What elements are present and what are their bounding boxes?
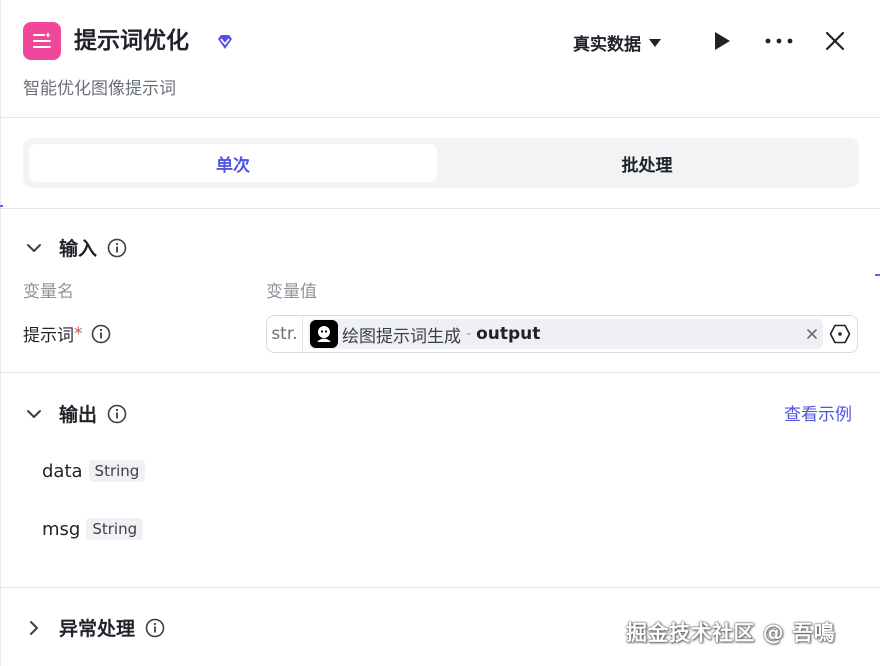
- view-example-link[interactable]: 查看示例: [784, 400, 852, 425]
- output-section: 输出 查看示例 data String msg String: [1, 373, 880, 588]
- canvas-edge-mark: [0, 205, 3, 207]
- clear-reference-button[interactable]: [803, 325, 821, 343]
- node-config-panel: 提示词优化 智能优化图像提示词 真实数据 单次 批处理 输入 变量名 变量值 提…: [0, 0, 880, 666]
- panel-header: 提示词优化 智能优化图像提示词 真实数据: [1, 0, 880, 118]
- reference-separator: -: [466, 326, 472, 342]
- tab-batch[interactable]: 批处理: [443, 144, 851, 182]
- output-field-row: data String: [42, 460, 146, 482]
- run-mode-tabs: 单次 批处理: [23, 138, 859, 188]
- error-handling-header[interactable]: 异常处理: [25, 614, 165, 641]
- chevron-down-icon: [27, 243, 41, 252]
- node-avatar-icon: [310, 320, 338, 348]
- watermark: 掘金技术社区 @ 吾鳴: [626, 621, 836, 645]
- close-button[interactable]: [821, 27, 849, 55]
- variable-type-tag: str.: [267, 316, 303, 352]
- more-options-button[interactable]: [763, 28, 795, 54]
- variable-name: 提示词 *: [23, 321, 111, 346]
- prompt-list-icon: [23, 22, 61, 60]
- variable-hexagon-icon: [829, 324, 851, 344]
- output-section-header[interactable]: 输出: [25, 400, 127, 427]
- data-mode-label: 真实数据: [573, 35, 641, 55]
- run-mode-bar: 单次 批处理: [1, 118, 880, 209]
- info-icon[interactable]: [107, 404, 127, 424]
- output-field-name: data: [42, 460, 83, 482]
- input-section: 输入 变量名 变量值 提示词 * str. 绘图提示词生成 - output: [1, 209, 880, 373]
- output-field-name: msg: [42, 518, 81, 540]
- info-icon[interactable]: [145, 618, 165, 638]
- required-mark: *: [74, 323, 83, 344]
- info-icon[interactable]: [91, 324, 111, 344]
- data-mode-select[interactable]: 真实数据: [573, 30, 661, 55]
- tab-single[interactable]: 单次: [29, 144, 437, 182]
- variable-value-column-label: 变量值: [266, 282, 317, 302]
- input-section-header[interactable]: 输入: [25, 234, 127, 261]
- variable-picker-button[interactable]: [828, 322, 852, 346]
- node-title: 提示词优化: [74, 28, 189, 54]
- output-field-type: String: [88, 460, 146, 482]
- variable-name-column-label: 变量名: [23, 282, 74, 302]
- close-icon: [807, 329, 817, 339]
- output-field-row: msg String: [42, 518, 144, 540]
- chevron-right-icon: [30, 620, 38, 635]
- error-handling-title: 异常处理: [59, 618, 136, 640]
- caret-down-icon: [649, 38, 661, 47]
- close-icon: [825, 31, 845, 51]
- node-description: 智能优化图像提示词: [23, 79, 176, 99]
- reference-chip[interactable]: 绘图提示词生成 - output: [308, 319, 823, 349]
- play-icon: [715, 32, 730, 50]
- reference-output-name: output: [476, 324, 541, 344]
- canvas-edge-mark: [875, 274, 880, 276]
- variable-value-field[interactable]: str. 绘图提示词生成 - output: [266, 315, 858, 353]
- variable-name-label: 提示词: [23, 326, 74, 346]
- info-icon[interactable]: [107, 238, 127, 258]
- more-dots-icon: [765, 38, 793, 44]
- output-field-type: String: [86, 518, 144, 540]
- input-section-title: 输入: [59, 238, 98, 260]
- reference-node-name: 绘图提示词生成: [342, 326, 461, 347]
- diamond-icon: [218, 35, 232, 49]
- output-section-title: 输出: [59, 404, 98, 426]
- run-button[interactable]: [709, 28, 735, 54]
- chevron-down-icon: [27, 409, 41, 418]
